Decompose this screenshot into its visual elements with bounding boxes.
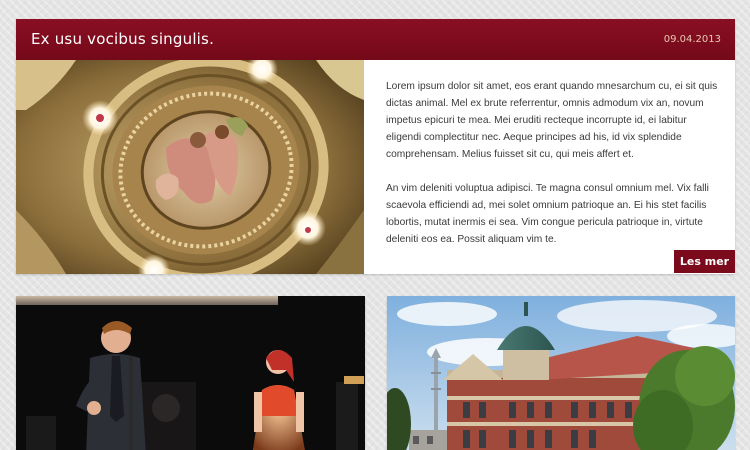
featured-title[interactable]: Ex usu vocibus singulis. [31, 30, 214, 48]
concert-card[interactable] [16, 296, 365, 450]
featured-header: Ex usu vocibus singulis. 09.04.2013 [16, 19, 735, 60]
read-more-button[interactable]: Les mer [674, 250, 735, 273]
featured-body: Lorem ipsum dolor sit amet, eos erant qu… [386, 78, 720, 265]
featured-paragraph-2: An vim deleniti voluptua adipisci. Te ma… [386, 183, 709, 245]
concert-stage-photo[interactable] [16, 296, 365, 450]
historic-building-photo[interactable] [387, 296, 735, 450]
ceiling-fresco-photo[interactable] [16, 60, 364, 274]
featured-article: Ex usu vocibus singulis. 09.04.2013 Lore… [16, 19, 735, 274]
featured-date: 09.04.2013 [663, 34, 721, 45]
featured-paragraph-1: Lorem ipsum dolor sit amet, eos erant qu… [386, 81, 718, 160]
building-card[interactable] [387, 296, 735, 450]
